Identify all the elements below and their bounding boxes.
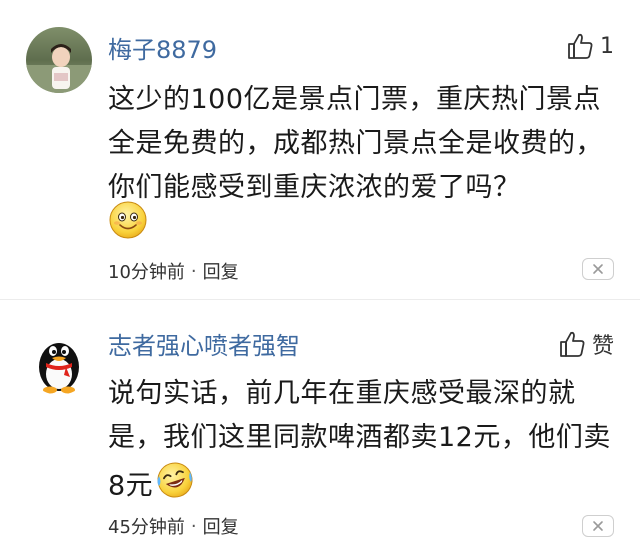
qq-penguin-avatar-icon (26, 329, 92, 395)
laughing-tears-emoji-icon (157, 462, 193, 498)
smile-emoji-icon (109, 201, 147, 239)
dismiss-button[interactable] (582, 515, 614, 537)
close-icon (593, 264, 603, 274)
username[interactable]: 梅子8879 (108, 30, 217, 65)
comment-item: 志者强心喷者强智 赞 说句实话，前几年在重庆感受最深的就是，我们这里同款啤酒都卖… (0, 300, 640, 552)
like-count: 1 (600, 33, 614, 59)
like-button[interactable]: 赞 (558, 328, 614, 360)
dismiss-button[interactable] (582, 258, 614, 280)
comment-meta: 45分钟前 · 回复 (108, 513, 239, 539)
timestamp: 45分钟前 (108, 517, 185, 538)
avatar[interactable] (26, 27, 92, 93)
child-photo-avatar-icon (26, 27, 92, 93)
thumbs-up-icon (568, 33, 593, 59)
like-button[interactable]: 1 (566, 32, 614, 60)
thumbs-up-icon (560, 331, 585, 357)
comment-text: 说句实话，前几年在重庆感受最深的就是，我们这里同款啤酒都卖12元，他们卖8元 (108, 372, 618, 514)
close-icon (593, 521, 603, 531)
emoji-line (108, 200, 148, 244)
separator-dot: · (190, 260, 197, 282)
comment-meta: 10分钟前 · 回复 (108, 258, 239, 284)
comment-text: 这少的100亿是景点门票，重庆热门景点全是免费的，成都热门景点全是收费的，你们能… (108, 84, 603, 203)
comment-item: 梅子8879 1 这少的100亿是景点门票，重庆热门景点全是免费的，成都热门景点… (0, 0, 640, 300)
reply-button[interactable]: 回复 (203, 258, 239, 284)
reply-button[interactable]: 回复 (203, 513, 239, 539)
timestamp: 10分钟前 (108, 262, 185, 283)
like-label: 赞 (591, 334, 614, 359)
inline-emoji (155, 460, 195, 514)
username[interactable]: 志者强心喷者强智 (108, 326, 300, 361)
separator-dot: · (190, 515, 197, 537)
avatar[interactable] (26, 329, 92, 395)
